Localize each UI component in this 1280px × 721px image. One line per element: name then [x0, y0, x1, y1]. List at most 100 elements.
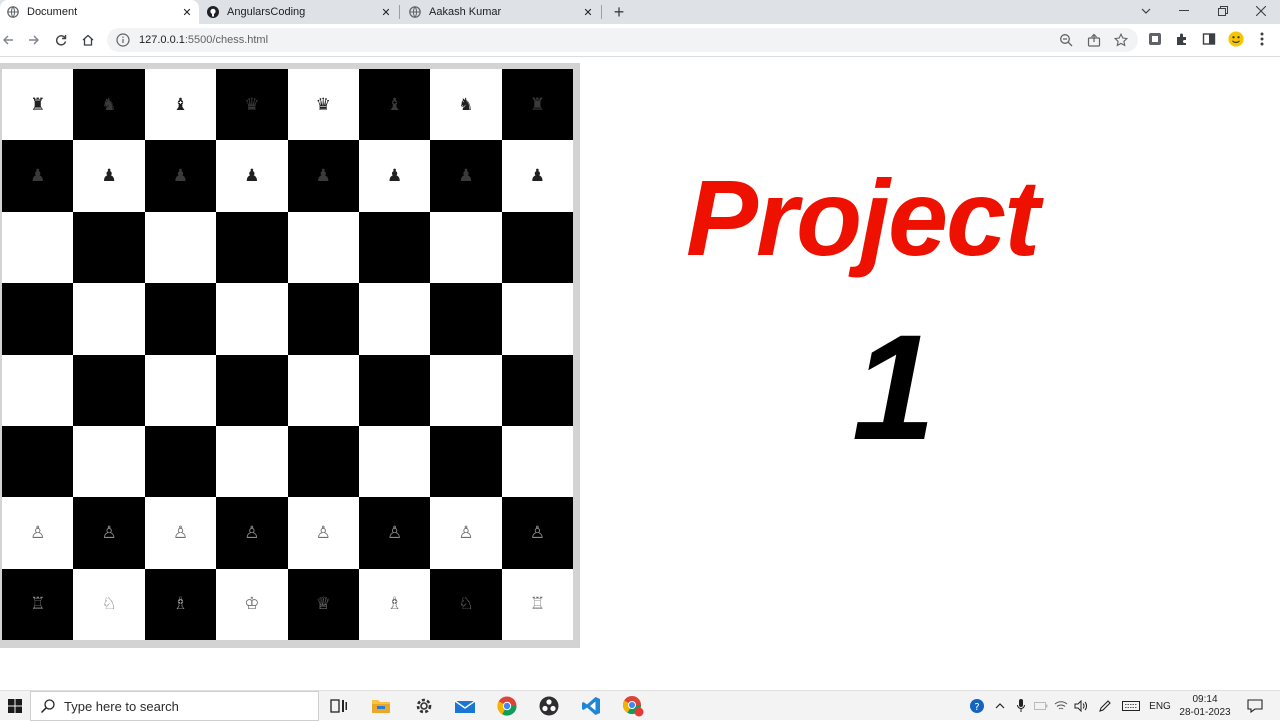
url-text[interactable]: 127.0.0.1:5500/chess.html — [139, 34, 268, 46]
help-icon[interactable]: ? — [966, 691, 990, 721]
arrow-left-icon[interactable] — [0, 30, 18, 50]
tab-aakash-kumar[interactable]: Aakash Kumar ✕ — [402, 0, 600, 24]
board-square[interactable] — [287, 283, 359, 355]
windows-start-icon[interactable] — [0, 691, 30, 721]
board-square[interactable]: ♟ — [430, 140, 502, 212]
board-square[interactable]: ♙ — [2, 497, 74, 569]
close-window-icon[interactable] — [1243, 0, 1279, 22]
board-square[interactable]: ♟ — [2, 140, 74, 212]
board-square[interactable] — [501, 354, 573, 426]
board-square[interactable] — [287, 425, 359, 498]
board-square[interactable] — [287, 211, 359, 284]
new-tab-plus-icon[interactable]: + — [609, 2, 629, 22]
board-square[interactable] — [216, 354, 288, 426]
taskbar-search-box[interactable]: Type here to search — [30, 691, 319, 721]
board-square[interactable]: ♟ — [73, 140, 145, 212]
board-square[interactable] — [73, 283, 145, 355]
board-square[interactable]: ♖ — [501, 568, 573, 640]
restore-icon[interactable] — [1205, 0, 1241, 22]
address-bar[interactable]: 127.0.0.1:5500/chess.html — [107, 28, 1138, 52]
board-square[interactable] — [2, 354, 74, 426]
board-square[interactable] — [144, 354, 217, 426]
keyboard-icon[interactable] — [1119, 691, 1143, 721]
obs-icon[interactable] — [537, 694, 561, 718]
share-icon[interactable] — [1087, 33, 1101, 47]
close-tab-icon[interactable]: ✕ — [378, 4, 394, 20]
board-square[interactable]: ♙ — [73, 497, 145, 569]
puzzle-extensions-icon[interactable] — [1174, 31, 1190, 47]
board-square[interactable]: ♝ — [144, 69, 217, 141]
board-square[interactable] — [430, 283, 502, 355]
pen-icon[interactable] — [1094, 691, 1116, 721]
board-square[interactable]: ♟ — [358, 140, 431, 212]
wifi-icon[interactable] — [1051, 691, 1071, 721]
tab-angularscoding[interactable]: AngularsCoding ✕ — [200, 0, 398, 24]
minimize-icon[interactable] — [1166, 0, 1202, 22]
board-square[interactable]: ♕ — [287, 568, 359, 640]
board-square[interactable]: ♙ — [144, 497, 217, 569]
board-square[interactable] — [358, 354, 431, 426]
tab-search-chevron-icon[interactable] — [1128, 0, 1164, 22]
board-square[interactable]: ♞ — [430, 69, 502, 141]
profile-avatar-icon[interactable] — [1228, 31, 1244, 47]
close-tab-icon[interactable]: ✕ — [179, 4, 195, 20]
extension-icon[interactable] — [1147, 31, 1163, 47]
tab-document[interactable]: Document ✕ — [0, 0, 199, 24]
board-square[interactable]: ♜ — [2, 69, 74, 141]
board-square[interactable] — [216, 283, 288, 355]
board-square[interactable]: ♗ — [358, 568, 431, 640]
microphone-icon[interactable] — [1011, 691, 1031, 721]
board-square[interactable] — [287, 354, 359, 426]
board-square[interactable] — [2, 211, 74, 284]
board-square[interactable]: ♗ — [144, 568, 217, 640]
star-icon[interactable] — [1113, 32, 1129, 47]
board-square[interactable]: ♙ — [501, 497, 573, 569]
board-square[interactable] — [501, 283, 573, 355]
volume-icon[interactable] — [1071, 691, 1091, 721]
board-square[interactable] — [501, 211, 573, 284]
board-square[interactable] — [2, 425, 74, 498]
system-clock[interactable]: 09:14 28-01-2023 — [1172, 693, 1238, 719]
board-square[interactable] — [144, 425, 217, 498]
board-square[interactable] — [73, 354, 145, 426]
board-square[interactable] — [358, 283, 431, 355]
board-square[interactable] — [73, 211, 145, 284]
board-square[interactable] — [2, 283, 74, 355]
zoom-icon[interactable] — [1059, 33, 1073, 47]
board-square[interactable] — [144, 283, 217, 355]
board-square[interactable]: ♘ — [430, 568, 502, 640]
board-square[interactable] — [216, 211, 288, 284]
board-square[interactable]: ♙ — [358, 497, 431, 569]
board-square[interactable] — [501, 425, 573, 498]
reload-icon[interactable] — [51, 30, 71, 50]
board-square[interactable]: ♟ — [501, 140, 573, 212]
board-square[interactable]: ♖ — [2, 568, 74, 640]
notifications-icon[interactable] — [1243, 691, 1267, 721]
info-icon[interactable] — [116, 33, 130, 47]
file-explorer-icon[interactable] — [369, 694, 393, 718]
board-square[interactable] — [73, 425, 145, 498]
settings-icon[interactable] — [412, 694, 436, 718]
board-square[interactable]: ♝ — [358, 69, 431, 141]
task-view-icon[interactable] — [327, 694, 351, 718]
board-square[interactable]: ♘ — [73, 568, 145, 640]
language-indicator[interactable]: ENG — [1145, 691, 1175, 721]
board-square[interactable] — [216, 425, 288, 498]
home-icon[interactable] — [78, 30, 98, 50]
board-square[interactable]: ♙ — [430, 497, 502, 569]
board-square[interactable]: ♙ — [216, 497, 288, 569]
mail-icon[interactable] — [453, 694, 477, 718]
chevron-up-icon[interactable] — [990, 691, 1010, 721]
battery-icon[interactable] — [1031, 691, 1051, 721]
board-square[interactable] — [358, 211, 431, 284]
board-square[interactable] — [430, 354, 502, 426]
menu-kebab-icon[interactable] — [1254, 31, 1270, 47]
board-square[interactable] — [358, 425, 431, 498]
board-square[interactable]: ♛ — [287, 69, 359, 141]
board-square[interactable] — [144, 211, 217, 284]
vscode-icon[interactable] — [579, 694, 603, 718]
board-square[interactable]: ♙ — [287, 497, 359, 569]
chrome-icon[interactable] — [495, 694, 519, 718]
board-square[interactable] — [430, 425, 502, 498]
board-square[interactable] — [430, 211, 502, 284]
